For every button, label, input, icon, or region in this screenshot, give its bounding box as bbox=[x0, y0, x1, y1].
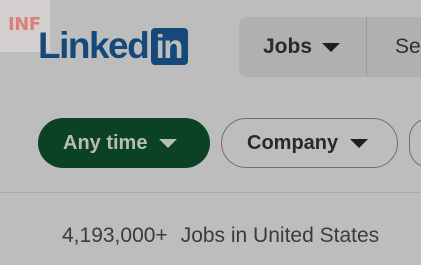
caret-down-icon bbox=[322, 42, 341, 52]
search-bar: Jobs Se bbox=[239, 17, 421, 77]
inf-badge-text: INF bbox=[8, 14, 41, 35]
results-count: 4,193,000+ bbox=[62, 224, 168, 247]
linkedin-jobs-page: INF Linked in Jobs Se Any time Company 4… bbox=[0, 0, 421, 265]
search-input[interactable]: Se bbox=[367, 35, 421, 59]
filter-next-partial[interactable] bbox=[409, 118, 421, 168]
logo-in-box: in bbox=[151, 27, 189, 65]
linkedin-logo[interactable]: Linked in bbox=[38, 25, 189, 66]
caret-down-icon bbox=[159, 138, 178, 148]
caret-down-icon bbox=[350, 138, 369, 148]
jobs-dropdown-label: Jobs bbox=[263, 35, 313, 58]
results-label: Jobs in United States bbox=[180, 224, 380, 247]
filter-company[interactable]: Company bbox=[221, 118, 398, 168]
results-summary: 4,193,000+ Jobs in United States bbox=[62, 224, 379, 248]
filter-any-time[interactable]: Any time bbox=[38, 118, 210, 168]
divider bbox=[0, 192, 421, 193]
logo-wordmark: Linked bbox=[38, 25, 150, 66]
filter-company-label: Company bbox=[247, 131, 339, 154]
jobs-dropdown[interactable]: Jobs bbox=[239, 17, 368, 77]
filter-any-time-label: Any time bbox=[63, 131, 148, 154]
